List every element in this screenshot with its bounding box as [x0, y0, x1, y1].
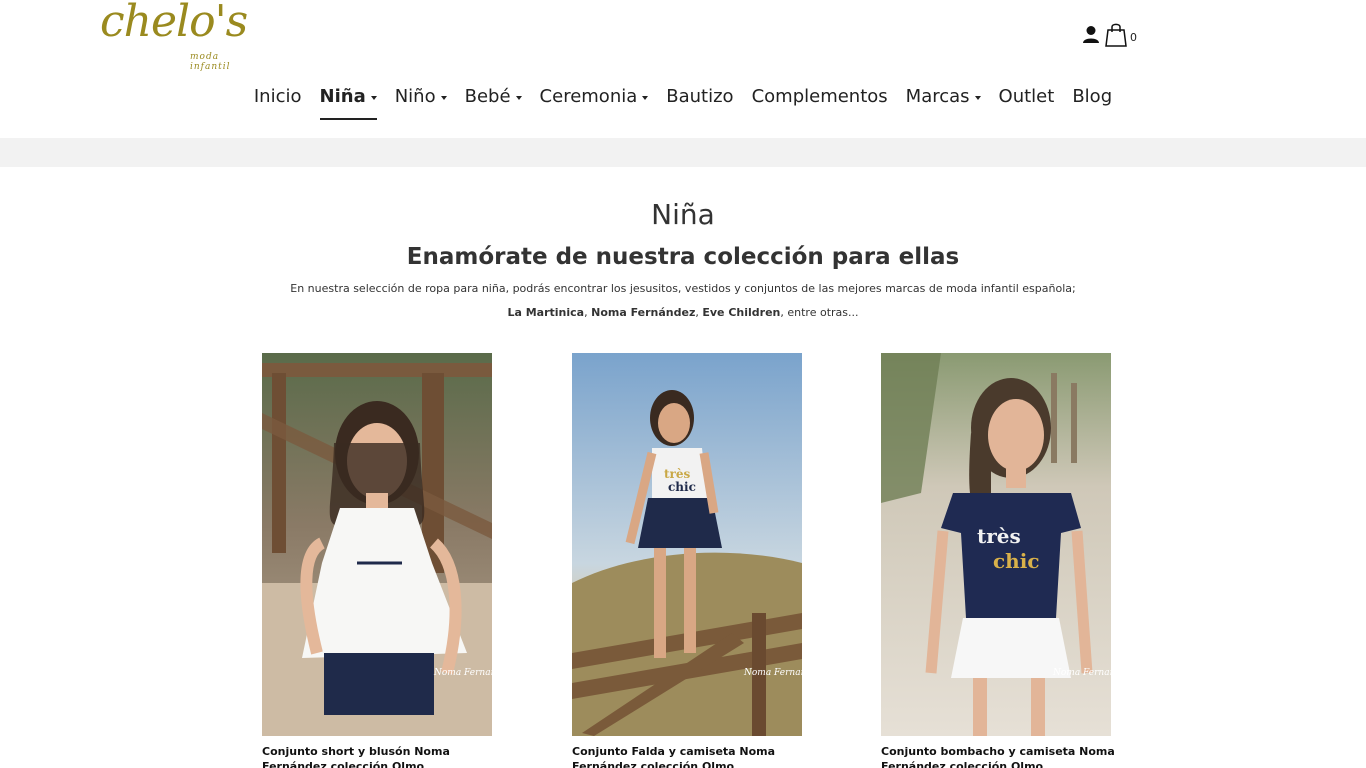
nav-label: Blog: [1072, 86, 1113, 107]
caret-down-icon: [370, 96, 377, 100]
brand-name: Eve Children: [702, 306, 781, 319]
svg-text:chic: chic: [993, 549, 1040, 573]
product-image[interactable]: très chic Noma Fernandez: [881, 353, 1111, 736]
svg-text:Noma Fernandez: Noma Fernandez: [1052, 668, 1111, 678]
caret-down-icon: [974, 96, 981, 100]
svg-text:très: très: [664, 467, 691, 481]
product-title[interactable]: Conjunto Falda y camiseta Noma Fernández…: [572, 744, 812, 768]
site-header: chelo's moda infantil 0 Inicio Niña Niño…: [0, 0, 1366, 138]
main-navigation: Inicio Niña Niño Bebé Ceremonia Bautizo …: [0, 86, 1366, 120]
svg-text:chic: chic: [668, 480, 696, 494]
breadcrumb-band: [0, 138, 1366, 167]
shopping-bag-icon[interactable]: [1104, 22, 1128, 48]
nav-item-complementos[interactable]: Complementos: [743, 86, 897, 120]
nav-item-marcas[interactable]: Marcas: [897, 86, 990, 120]
brand-name: Noma Fernández: [591, 306, 696, 319]
header-icons: 0: [1082, 22, 1137, 48]
nav-item-blog[interactable]: Blog: [1063, 86, 1121, 120]
svg-text:Noma Fernandez: Noma Fernandez: [433, 668, 492, 678]
caret-down-icon: [642, 96, 649, 100]
caret-down-icon: [515, 96, 522, 100]
nav-label: Niño: [394, 86, 436, 107]
product-card[interactable]: très chic Noma Fernandez Conjunto Falda …: [572, 353, 802, 768]
nav-label: Marcas: [905, 86, 970, 107]
nav-label: Outlet: [998, 86, 1055, 107]
user-account-icon[interactable]: [1082, 25, 1100, 45]
product-card[interactable]: très chic Noma Fernandez Conjunto bombac…: [881, 353, 1115, 768]
logo-text: chelo's: [100, 0, 248, 47]
svg-text:Noma Fernandez: Noma Fernandez: [743, 668, 802, 678]
product-title[interactable]: Conjunto short y blusón Noma Fernández c…: [262, 744, 502, 768]
product-image[interactable]: très chic Noma Fernandez: [572, 353, 802, 736]
product-title[interactable]: Conjunto bombacho y camiseta Noma Fernán…: [881, 744, 1121, 768]
brands-suffix: , entre otras...: [780, 306, 859, 319]
nav-item-outlet[interactable]: Outlet: [990, 86, 1064, 120]
product-card[interactable]: Noma Fernandez Conjunto short y blusón N…: [262, 353, 492, 768]
page-title: Niña: [651, 198, 715, 231]
nav-item-ceremonia[interactable]: Ceremonia: [531, 86, 658, 120]
brands-line: La Martinica, Noma Fernández, Eve Childr…: [507, 306, 859, 319]
caret-down-icon: [440, 96, 447, 100]
nav-label: Niña: [319, 86, 366, 107]
nav-item-inicio[interactable]: Inicio: [245, 86, 311, 120]
nav-label: Bautizo: [666, 86, 734, 107]
section-heading: Enamórate de nuestra colección para ella…: [406, 244, 960, 270]
site-logo[interactable]: chelo's moda infantil: [100, 0, 262, 72]
nav-label: Bebé: [464, 86, 511, 107]
product-image[interactable]: Noma Fernandez: [262, 353, 492, 736]
svg-text:très: très: [977, 524, 1021, 548]
nav-item-bebe[interactable]: Bebé: [456, 86, 531, 120]
logo-subtitle: moda infantil: [190, 52, 231, 72]
nav-label: Complementos: [751, 86, 888, 107]
nav-item-bautizo[interactable]: Bautizo: [657, 86, 742, 120]
intro-text: En nuestra selección de ropa para niña, …: [290, 282, 1076, 295]
brand-name: La Martinica: [507, 306, 585, 319]
cart-count: 0: [1130, 30, 1137, 44]
nav-item-nino[interactable]: Niño: [386, 86, 456, 120]
nav-label: Inicio: [253, 86, 302, 107]
nav-label: Ceremonia: [539, 86, 638, 107]
nav-item-nina[interactable]: Niña: [311, 86, 386, 120]
